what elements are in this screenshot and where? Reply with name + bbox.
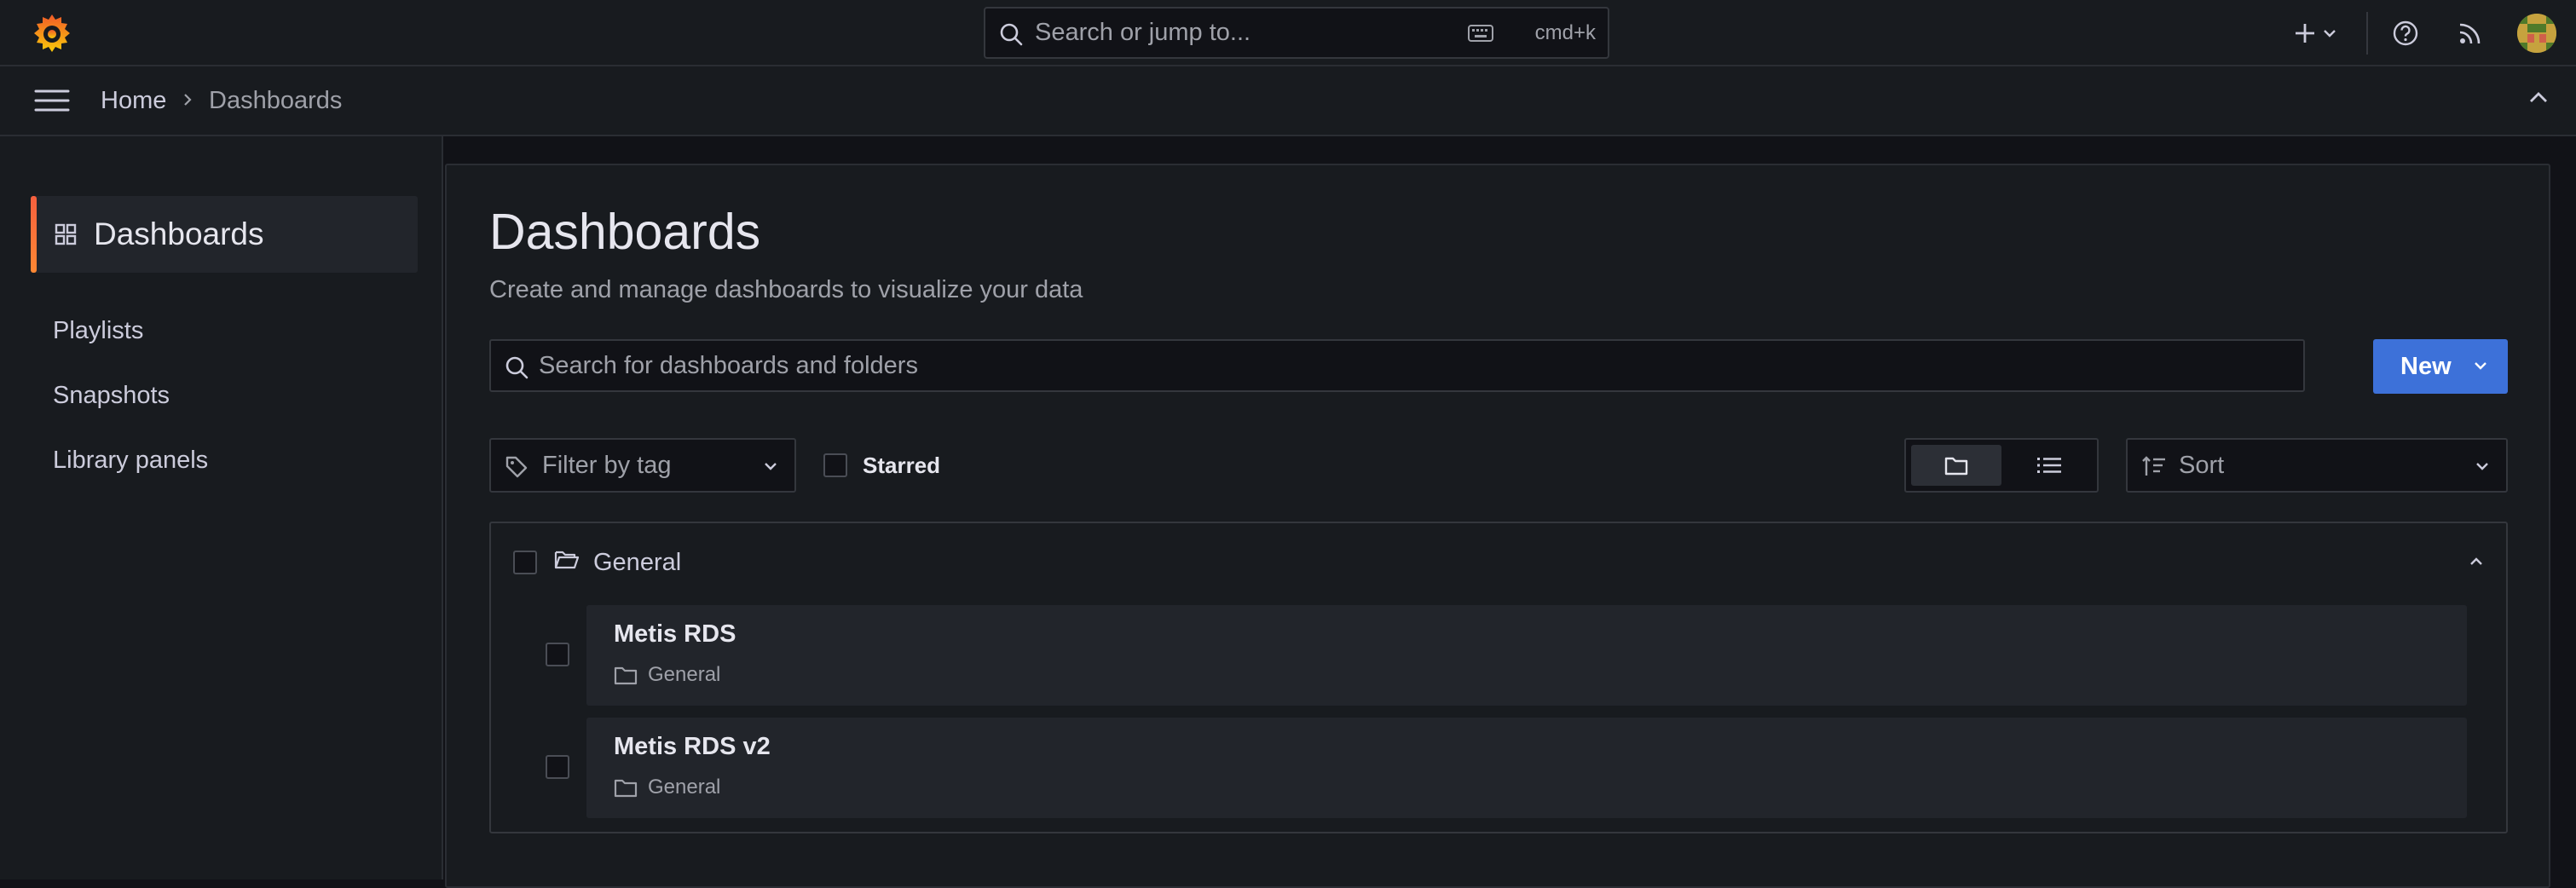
dashboard-title[interactable]: Metis RDS	[614, 620, 736, 649]
keyboard-icon	[1468, 24, 1493, 43]
chevron-up-icon	[2528, 90, 2549, 104]
main-content: Dashboards Create and manage dashboards …	[445, 164, 2550, 888]
topbar-divider	[2366, 12, 2368, 55]
hamburger-icon	[34, 87, 70, 114]
chevron-down-icon	[764, 462, 777, 470]
view-mode-toggle	[1904, 438, 2099, 493]
folder-group-general: General Metis RDS General Metis RDS v2 G…	[489, 522, 2508, 833]
search-icon	[505, 355, 528, 379]
chevron-up-icon[interactable]	[2469, 556, 2484, 566]
sidebar: Dashboards Playlists Snapshots Library p…	[0, 136, 443, 879]
sidebar-item-library-panels[interactable]: Library panels	[53, 447, 208, 475]
rss-icon	[2458, 20, 2483, 46]
dashboard-row[interactable]: Metis RDS v2 General	[586, 718, 2467, 818]
tag-filter-select[interactable]: Filter by tag	[489, 438, 796, 493]
sort-select[interactable]: Sort	[2126, 438, 2508, 493]
new-button[interactable]: New	[2373, 339, 2508, 394]
dashboard-row[interactable]: Metis RDS General	[586, 605, 2467, 706]
page-subtitle: Create and manage dashboards to visualiz…	[489, 276, 1083, 303]
top-bar: Search or jump to... cmd+k	[0, 0, 2576, 66]
folder-icon	[1944, 455, 1968, 476]
folder-icon	[614, 777, 638, 798]
folder-name[interactable]: General	[593, 535, 681, 590]
global-search-placeholder: Search or jump to...	[1035, 19, 1251, 46]
new-button-label: New	[2400, 353, 2452, 380]
dashboard-title[interactable]: Metis RDS v2	[614, 733, 771, 761]
dashboard-search-placeholder: Search for dashboards and folders	[539, 352, 918, 379]
dashboard-location: General	[648, 663, 721, 686]
dashboard-search-input[interactable]: Search for dashboards and folders	[489, 339, 2305, 392]
folder-icon	[614, 665, 638, 685]
tag-icon	[505, 455, 528, 479]
dashboard-location: General	[648, 776, 721, 799]
sidebar-active-label: Dashboards	[94, 216, 264, 251]
list-view-button[interactable]	[2005, 445, 2094, 486]
breadcrumb-bar: Home Dashboards	[0, 66, 2576, 136]
breadcrumb-current: Dashboards	[209, 87, 343, 114]
starred-checkbox[interactable]	[823, 453, 847, 477]
search-shortcut: cmd+k	[1534, 21, 1596, 44]
sort-icon	[2141, 455, 2167, 477]
sidebar-item-playlists[interactable]: Playlists	[53, 317, 143, 345]
menu-toggle-button[interactable]	[34, 87, 70, 114]
page-title: Dashboards	[489, 204, 761, 260]
list-icon	[2037, 456, 2061, 475]
starred-label[interactable]: Starred	[863, 438, 940, 493]
sidebar-item-dashboards[interactable]: Dashboards	[31, 196, 418, 273]
add-new-button[interactable]	[2286, 10, 2344, 56]
search-icon	[999, 22, 1023, 46]
chevron-down-icon	[2474, 361, 2487, 370]
folder-open-icon	[554, 549, 580, 571]
global-search-input[interactable]: Search or jump to... cmd+k	[984, 7, 1609, 59]
chevron-right-icon	[182, 92, 193, 107]
tag-filter-placeholder: Filter by tag	[542, 452, 672, 479]
collapse-header-button[interactable]	[2528, 90, 2549, 104]
grafana-logo-icon[interactable]	[31, 12, 73, 55]
folder-view-button[interactable]	[1911, 445, 2001, 486]
apps-icon	[55, 223, 77, 245]
chevron-down-icon	[2475, 462, 2489, 470]
breadcrumb-home-link[interactable]: Home	[101, 66, 166, 135]
dashboard-select-checkbox[interactable]	[546, 643, 569, 666]
user-avatar[interactable]	[2517, 14, 2556, 53]
help-button[interactable]	[2387, 10, 2424, 56]
folder-select-checkbox[interactable]	[513, 551, 537, 574]
news-button[interactable]	[2452, 10, 2489, 56]
active-indicator	[31, 196, 37, 273]
sidebar-item-snapshots[interactable]: Snapshots	[53, 382, 170, 410]
plus-icon	[2294, 22, 2316, 44]
chevron-down-icon	[2323, 29, 2336, 37]
dashboard-select-checkbox[interactable]	[546, 755, 569, 779]
help-icon	[2392, 20, 2419, 47]
sort-label: Sort	[2179, 452, 2225, 479]
